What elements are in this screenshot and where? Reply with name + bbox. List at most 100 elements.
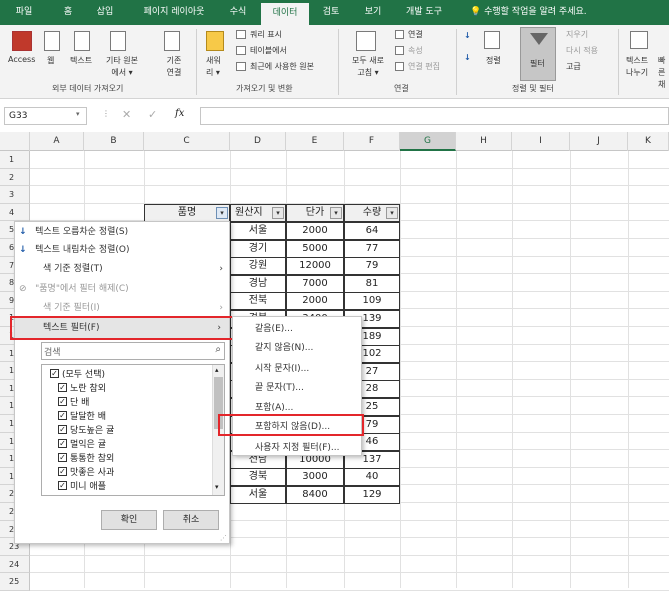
filter-search-input[interactable]: 검색 ⌕ [41,342,225,360]
table-cell[interactable]: 2000 [286,222,344,240]
checkbox-checked-icon[interactable]: ✓ [58,383,67,392]
column-header-g[interactable]: G [400,132,456,151]
table-cell[interactable]: 8400 [286,486,344,504]
sort-by-color-item[interactable]: 색 기준 정렬(T) › [43,259,223,279]
flash-fill-button[interactable]: 빠른 채 [658,55,669,91]
tab-page-layout[interactable]: 페이지 레이아웃 [132,0,216,25]
table-cell[interactable]: 40 [344,468,400,487]
row-header-1[interactable]: 1 [0,151,30,169]
other-sources-button[interactable]: 기타 원본에서 ▾ [104,55,140,79]
tab-view[interactable]: 보기 [358,0,388,25]
tab-insert[interactable]: 삽입 [92,0,118,25]
scroll-up-icon[interactable]: ▴ [215,366,219,374]
resize-grip-icon[interactable]: ⋰ [220,534,227,542]
filter-dropdown-icon[interactable]: ▾ [272,207,284,219]
column-header-j[interactable]: J [570,132,628,151]
tab-home[interactable]: 홈 [56,0,80,25]
refresh-all-button[interactable]: 모두 새로 고침 ▾ [348,55,388,79]
column-header-b[interactable]: B [84,132,144,151]
advanced-button[interactable]: 고급 [566,61,581,72]
checkbox-checked-icon[interactable]: ✓ [58,481,67,490]
row-header-24[interactable]: 24 [0,555,30,574]
filter-values-list[interactable]: ✓ (모두 선택) ✓ 노란 참외 ✓ 단 배 ✓ 달달한 배 ✓ 당도높은 귤 ✓ 멀익은 귤 ✓ 통통… [41,364,225,496]
sort-descending-item[interactable]: ↓ 텍스트 내림차순 정렬(O) [19,240,130,260]
checkbox-checked-icon[interactable]: ✓ [58,467,67,476]
column-header-a[interactable]: A [30,132,84,151]
table-cell[interactable]: 77 [344,239,400,258]
filter-button[interactable]: 필터 [520,27,556,81]
table-cell[interactable]: 81 [344,274,400,293]
sort-az-icon[interactable]: ↓ [464,31,471,40]
tab-review[interactable]: 검토 [316,0,346,25]
clear-filter-button[interactable]: 지우기 [566,29,588,40]
ok-button[interactable]: 확인 [101,510,157,530]
recent-sources-button[interactable]: 최근에 사용한 원본 [250,61,314,72]
column-header-f[interactable]: F [344,132,400,151]
insert-function-icon[interactable]: fx [175,108,184,119]
table-cell[interactable]: 경북 [230,468,286,487]
header-cell-price[interactable]: 단가 ▾ [286,204,344,222]
column-header-e[interactable]: E [286,132,344,151]
table-cell[interactable]: 7000 [286,274,344,293]
checkbox-checked-icon[interactable]: ✓ [58,439,67,448]
properties-button[interactable]: 속성 [408,45,423,56]
enter-icon[interactable]: ✓ [148,108,157,121]
text-to-columns-button[interactable]: 텍스트 나누기 [626,55,656,79]
checkbox-checked-icon[interactable]: ✓ [50,369,59,378]
row-header-25[interactable]: 25 [0,573,30,591]
cancel-button[interactable]: 취소 [163,510,219,530]
web-button[interactable]: 웹 [47,55,54,66]
existing-connections-button[interactable]: 기존 연결 [162,55,186,79]
filter-dropdown-icon[interactable]: ▾ [330,207,342,219]
table-cell[interactable]: 강원 [230,257,286,276]
row-header-2[interactable]: 2 [0,168,30,187]
text-button[interactable]: 텍스트 [70,55,92,66]
clear-filter-item[interactable]: ⊘ "품명"에서 필터 해제(C) [19,279,129,299]
table-cell[interactable]: 2000 [286,292,344,311]
scroll-down-icon[interactable]: ▾ [215,483,219,491]
tab-developer[interactable]: 개발 도구 [398,0,450,25]
row-header-3[interactable]: 3 [0,186,30,204]
header-cell-origin[interactable]: 원산지 ▾ [230,204,286,222]
submenu-item[interactable]: 끝 문자(T)... [255,378,304,398]
from-table-button[interactable]: 테이블에서 [250,45,287,56]
formula-input[interactable] [200,107,669,125]
tab-data[interactable]: 데이터 [261,3,309,25]
checkbox-checked-icon[interactable]: ✓ [58,397,67,406]
table-cell[interactable]: 5000 [286,239,344,258]
tab-formulas[interactable]: 수식 [223,0,253,25]
sort-za-icon[interactable]: ↓ [464,53,471,62]
header-cell-name[interactable]: 품명 ▾ [144,204,230,222]
edit-links-button[interactable]: 연결 편집 [408,61,440,72]
table-cell[interactable]: 12000 [286,257,344,276]
submenu-item[interactable]: 같지 않음(N)... [255,338,313,358]
column-header-d[interactable]: D [230,132,286,151]
show-query-button[interactable]: 쿼리 표시 [250,29,282,40]
checkbox-checked-icon[interactable]: ✓ [58,453,67,462]
filter-dropdown-icon[interactable]: ▾ [386,207,398,219]
filter-active-dropdown-icon[interactable]: ▾ [216,207,228,219]
checkbox-checked-icon[interactable]: ✓ [58,425,67,434]
checkbox-checked-icon[interactable]: ✓ [58,411,67,420]
table-cell[interactable]: 79 [344,257,400,276]
submenu-item[interactable]: 같음(E)... [255,319,293,339]
table-cell[interactable]: 경남 [230,274,286,293]
reapply-button[interactable]: 다시 적용 [566,45,598,56]
column-header-i[interactable]: I [512,132,570,151]
cancel-icon[interactable]: ✕ [122,108,131,121]
row-header-4[interactable]: 4 [0,203,30,222]
table-cell[interactable]: 전북 [230,292,286,311]
filter-by-color-item[interactable]: 색 기준 필터(I) › [43,298,223,318]
table-cell[interactable]: 109 [344,292,400,311]
sort-ascending-item[interactable]: ↓ 텍스트 오름차순 정렬(S) [19,222,128,242]
table-cell[interactable]: 64 [344,222,400,240]
table-cell[interactable]: 3000 [286,468,344,487]
table-cell[interactable]: 서울 [230,486,286,504]
submenu-item[interactable]: 시작 문자(I)... [255,359,309,379]
tell-me-search[interactable]: 💡 수행할 작업을 알려 주세요. [470,0,620,25]
new-query-button[interactable]: 새워 리 ▾ [206,55,226,79]
connections-button[interactable]: 연결 [408,29,423,40]
table-cell[interactable]: 경기 [230,239,286,258]
name-box-dropdown-icon[interactable]: ▾ [76,110,80,118]
select-all-corner[interactable] [0,132,30,151]
